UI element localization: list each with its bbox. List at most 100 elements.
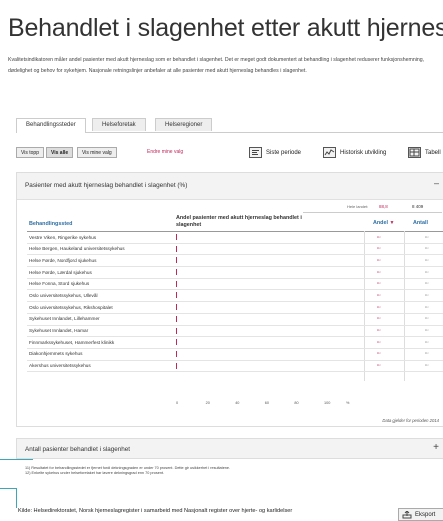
row-antall: ¹¹⁾ xyxy=(425,329,429,333)
bar-chart-icon xyxy=(249,147,262,158)
row-andel: ¹¹⁾ xyxy=(377,305,381,310)
row-andel: ¹¹⁾ xyxy=(377,329,381,333)
tab-behandlingssteder[interactable]: Behandlingssteder xyxy=(16,118,86,133)
page-title: Behandlet i slagenhet etter akutt hjerne… xyxy=(8,14,443,42)
row-andel: ¹¹⁾ xyxy=(377,258,381,263)
table-body: Vestre Viken, Ringerike sykehus ¹¹⁾ ¹¹⁾ Hel… xyxy=(27,232,443,373)
tabell-button[interactable]: Tabell xyxy=(408,145,441,160)
row-antall: ¹¹⁾ xyxy=(425,340,429,345)
row-antall: ¹¹⁾ xyxy=(425,317,429,322)
row-andel: ¹¹⁾ xyxy=(377,282,381,287)
historisk-utvikling-button[interactable]: Historisk utvikling xyxy=(323,145,386,160)
eksport-button[interactable]: Eksport xyxy=(398,508,443,521)
vis-mine-valg-button[interactable]: Vis mine valg xyxy=(77,147,117,158)
table-row[interactable]: Oslo universitetssykehus, Rikshospitalet… xyxy=(27,302,443,314)
row-andel: ¹¹⁾ xyxy=(377,352,381,357)
table-icon xyxy=(408,147,421,158)
export-icon xyxy=(402,509,412,519)
table-row[interactable]: Helse Førde, Lærdal sjukehus ¹¹⁾ ¹¹⁾ xyxy=(27,267,443,279)
footnotes: 11) Resultatet for behandlingsstedet er … xyxy=(25,466,265,476)
column-header-antall[interactable]: Antall xyxy=(413,220,428,226)
row-antall: ¹¹⁾ xyxy=(425,364,429,369)
row-andel: ¹¹⁾ xyxy=(377,270,381,275)
footnote-12: 12) Enkelte sykehus under helseforetaket… xyxy=(25,470,165,475)
antall-panel[interactable]: Antall pasienter behandlet i slagenhet + xyxy=(16,438,443,459)
row-bar xyxy=(176,257,177,264)
row-name: Sykehuset Innlandet, Hamar xyxy=(29,328,89,333)
hele-landet-label: Hele landet: xyxy=(347,204,369,209)
table-row[interactable]: Diakonhjemmets sykehus ¹¹⁾ ¹¹⁾ xyxy=(27,349,443,361)
collapse-icon[interactable]: – xyxy=(434,178,439,188)
divider xyxy=(0,488,16,489)
eksport-label: Eksport xyxy=(415,511,436,518)
x-tick-label: 80 xyxy=(294,401,299,405)
table-row[interactable]: Sykehuset Innlandet, Hamar ¹¹⁾ ¹¹⁾ xyxy=(27,326,443,338)
vis-topp-button[interactable]: Vis topp xyxy=(16,147,44,158)
row-name: Sykehuset Innlandet, Lillehammer xyxy=(29,316,100,322)
x-tick-label: 40 xyxy=(235,401,240,405)
row-bar xyxy=(176,280,177,287)
chart-panel-header[interactable]: Pasienter med akutt hjerneslag behandlet… xyxy=(17,173,443,200)
row-bar xyxy=(176,234,177,240)
historisk-utvikling-label: Historisk utvikling xyxy=(340,149,387,156)
table-row[interactable]: Helse Fonna, Stord sjukehus ¹¹⁾ ¹¹⁾ xyxy=(27,279,443,291)
siste-periode-button[interactable]: Siste periode xyxy=(249,145,301,160)
tab-helseforetak[interactable]: Helseforetak xyxy=(92,118,146,131)
tab-helseregioner[interactable]: Helseregioner xyxy=(155,118,213,131)
row-andel: ¹¹⁾ xyxy=(377,247,381,252)
tab-bar: Behandlingssteder Helseforetak Helseregi… xyxy=(16,118,443,133)
hele-landet-antall: 8 409 xyxy=(412,204,424,209)
row-antall: ¹¹⁾ xyxy=(425,305,429,310)
chart-panel: Pasienter med akutt hjerneslag behandlet… xyxy=(16,172,443,427)
line-chart-icon xyxy=(323,147,336,158)
table-row[interactable]: Helse Bergen, Haukeland universitetssyke… xyxy=(27,244,443,256)
row-antall: ¹¹⁾ xyxy=(425,293,429,298)
intro-text: Kvalitetsindikatoren måler andel pasient… xyxy=(8,57,425,74)
row-antall: ¹¹⁾ xyxy=(425,352,429,357)
toolbar: Vis topp Vis alle Vis mine valg Endre mi… xyxy=(16,145,443,161)
table-row[interactable]: Sykehuset Innlandet, Lillehammer ¹¹⁾ ¹¹⁾ xyxy=(27,314,443,326)
period-note: Data gjelder for perioden 2014 xyxy=(382,418,439,423)
vis-alle-button[interactable]: Vis alle xyxy=(46,147,74,158)
column-header-andel-label: Andel xyxy=(373,220,388,226)
row-name: Oslo universitetssykehus, Rikshospitalet xyxy=(29,304,113,310)
chart-panel-title: Pasienter med akutt hjerneslag behandlet… xyxy=(25,182,188,189)
x-tick-label: 100 xyxy=(324,401,331,405)
siste-periode-label: Siste periode xyxy=(266,149,302,156)
x-tick-label: 0 xyxy=(176,401,179,405)
row-bar xyxy=(176,350,177,357)
row-antall: ¹¹⁾ xyxy=(425,270,429,275)
table-row[interactable]: Vestre Viken, Ringerike sykehus ¹¹⁾ ¹¹⁾ xyxy=(27,232,443,244)
column-header-behandlingssted[interactable]: Behandlingssted xyxy=(29,221,72,227)
row-andel: ¹¹⁾ xyxy=(377,364,381,369)
row-antall: ¹¹⁾ xyxy=(425,247,429,252)
row-name: Oslo universitetssykehus, Ullevål xyxy=(29,292,98,298)
row-andel: ¹¹⁾ xyxy=(377,317,381,322)
table-row[interactable]: Finnmarkssykehuset, Hammerfest klinikk ¹¹… xyxy=(27,337,443,349)
row-andel: ¹¹⁾ xyxy=(377,340,381,345)
table-row[interactable]: Akershus universitetssykehus ¹¹⁾ ¹¹⁾ xyxy=(27,361,443,373)
row-name: Vestre Viken, Ringerike sykehus xyxy=(29,234,97,240)
row-bar xyxy=(176,245,177,252)
x-tick-label: 20 xyxy=(205,401,210,405)
antall-panel-title: Antall pasienter behandlet i slagenhet xyxy=(25,446,131,453)
row-bar xyxy=(176,269,177,276)
x-tick-label: 60 xyxy=(264,401,270,405)
column-header-andel[interactable]: Andel ▼ xyxy=(373,220,394,226)
table-row[interactable]: Helse Førde, Nordfjord sjukehus ¹¹⁾ ¹¹⁾ xyxy=(27,255,443,268)
endre-mine-valg-link[interactable]: Endre mine valg xyxy=(147,149,183,155)
divider xyxy=(16,488,17,508)
row-bar xyxy=(176,327,177,334)
page: Behandlet i slagenhet etter akutt hjerne… xyxy=(0,0,443,521)
source-text: Kilde: Helsedirektoratet, Norsk hjernesl… xyxy=(18,508,293,514)
x-axis: 0 20 40 60 80 100 xyxy=(176,401,336,411)
row-name: Helse Førde, Lærdal sjukehus xyxy=(29,269,92,275)
table-row[interactable]: Oslo universitetssykehus, Ullevål ¹¹⁾ ¹¹⁾ xyxy=(27,290,443,303)
row-name: Akershus universitetssykehus xyxy=(29,363,91,369)
tabell-label: Tabell xyxy=(425,149,441,156)
divider xyxy=(0,459,33,460)
expand-icon[interactable]: + xyxy=(433,442,439,453)
row-antall: ¹¹⁾ xyxy=(425,235,429,240)
hele-landet-andel: 88,8 xyxy=(379,204,388,209)
row-bar xyxy=(176,362,177,369)
